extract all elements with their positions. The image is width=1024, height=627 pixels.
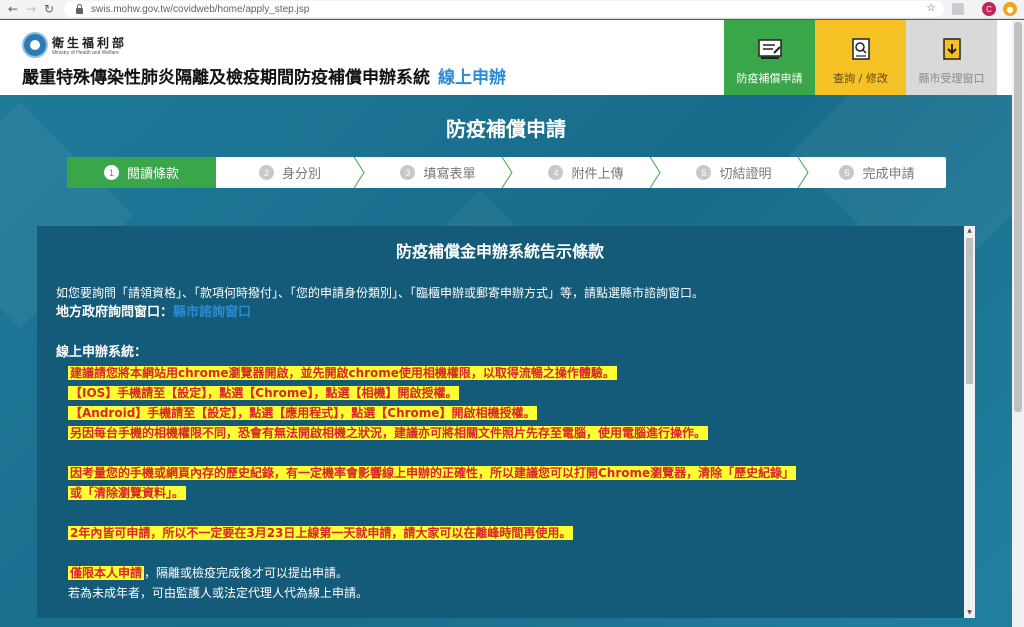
step-chevron-icon	[502, 157, 513, 188]
notice-line-minor: 若為未成年者，可由監護人或法定代理人代為線上申請。	[68, 586, 369, 600]
step-label: 身分別	[281, 167, 321, 182]
extension-orange-icon[interactable]: ●	[1003, 2, 1017, 16]
step-label: 附件上傳	[571, 167, 624, 182]
nav-query-modify[interactable]: 查詢 / 修改	[815, 20, 906, 95]
step-chevron-icon	[798, 157, 809, 188]
notice-intro: 如您要詢問「請領資格」、「款項何時撥付」、「您的申請身份類別」、「臨櫃申辦或郵寄…	[56, 286, 705, 300]
nav-county-label: 縣市受理窗口	[918, 72, 985, 85]
terms-notice-panel: 防疫補償金申辦系統告示條款 如您要詢問「請領資格」、「款項何時撥付」、「您的申請…	[37, 226, 975, 618]
step-chevron-icon	[650, 157, 661, 188]
reload-icon[interactable]: ↻	[40, 0, 58, 18]
highlight-ios-instructions: 【IOS】手機請至【設定】，點選【Chrome】，點選【相機】開啟授權。	[68, 386, 460, 400]
highlight-two-year-window: 2年內皆可申請，所以不一定要在3月23日上線第一天就申請，請大家可以在離峰時間再…	[68, 526, 574, 540]
highlight-camera-permission-note: 另因每台手機的相機權限不同，恐會有無法開啟相機之狀況，建議亦可將相關文件照片先存…	[68, 426, 709, 440]
step-fill-form[interactable]: 3 填寫表單	[364, 157, 513, 188]
notice-line: 建議請您將本網站用chrome瀏覽器開啟，並先開啟chrome使用相機權限，以取…	[56, 363, 951, 383]
step-upload-attachment[interactable]: 4 附件上傳	[512, 157, 661, 188]
nav-query-label: 查詢 / 修改	[833, 72, 888, 85]
online-system-label: 線上申辦系統：	[56, 345, 148, 360]
notice-line: 僅限本人申請 ，隔離或檢疫完成後才可以提出申請。	[56, 563, 951, 583]
step-chevron-icon	[206, 157, 216, 188]
step-label: 填寫表單	[423, 167, 476, 182]
step-number: 6	[839, 165, 855, 180]
site-title-main: 嚴重特殊傳染性肺炎隔離及檢疫期間防疫補償申辦系統	[22, 68, 430, 88]
forward-arrow-icon[interactable]: →	[22, 0, 40, 18]
step-affidavit[interactable]: 5 切結證明	[660, 157, 809, 188]
step-number: 4	[548, 165, 564, 180]
highlight-android-instructions: 【Android】手機請至【設定】，點選【應用程式】，點選【Chrome】開啟相…	[68, 406, 538, 420]
page-scrollbar[interactable]	[1012, 20, 1024, 627]
page-scrollbar-thumb[interactable]	[1014, 22, 1022, 412]
main-content: 防疫補償申請 1 閱讀條款 2 身分別 3 填寫表單 4 附件上傳 5 切結證明	[0, 95, 1012, 627]
step-chevron-icon	[354, 157, 365, 188]
notice-line: 因考量您的手機或網頁內存的歷史紀錄，有一定機率會影響線上申辦的正確性，所以建議您…	[56, 463, 951, 483]
scroll-down-arrow-icon[interactable]: ▼	[966, 610, 973, 616]
highlight-self-only: 僅限本人申請	[68, 566, 145, 580]
local-contact-line: 地方政府詢問窗口：縣市諮詢窗口	[56, 303, 951, 323]
profile-avatar[interactable]: C	[982, 2, 996, 16]
download-document-icon	[939, 38, 965, 60]
step-progress-bar: 1 閱讀條款 2 身分別 3 填寫表單 4 附件上傳 5 切結證明 6 完成申請	[67, 157, 946, 188]
form-icon	[757, 38, 783, 60]
logo-name[interactable]: 衛生福利部	[52, 34, 127, 51]
step-number: 3	[400, 165, 416, 180]
notice-scrollbar-thumb[interactable]	[966, 238, 973, 384]
local-contact-label: 地方政府詢問窗口：	[56, 305, 174, 320]
step-number: 5	[696, 165, 712, 180]
notice-line: 另因每台手機的相機權限不同，恐會有無法開啟相機之狀況，建議亦可將相關文件照片先存…	[56, 423, 951, 443]
notice-line: 【IOS】手機請至【設定】，點選【Chrome】，點選【相機】開啟授權。	[56, 383, 951, 403]
page-heading: 防疫補償申請	[446, 117, 566, 141]
notice-line: 【Android】手機請至【設定】，點選【應用程式】，點選【Chrome】開啟相…	[56, 403, 951, 423]
site-title: 嚴重特殊傳染性肺炎隔離及檢疫期間防疫補償申辦系統 線上申辦	[22, 63, 506, 88]
browser-toolbar: ← → ↻ swis.mohw.gov.tw/covidweb/home/app…	[0, 0, 1024, 19]
bookmark-star-icon[interactable]: ☆	[926, 1, 936, 14]
step-complete[interactable]: 6 完成申請	[808, 157, 946, 188]
notice-title: 防疫補償金申辦系統告示條款	[395, 242, 604, 261]
back-arrow-icon[interactable]: ←	[4, 0, 22, 18]
site-title-accent: 線上申辦	[438, 68, 506, 88]
scroll-up-arrow-icon[interactable]: ▲	[966, 228, 973, 234]
notice-body: 如您要詢問「請領資格」、「款項何時撥付」、「您的申請身份類別」、「臨櫃申辦或郵寄…	[56, 283, 951, 603]
highlight-chrome-advice: 建議請您將本網站用chrome瀏覽器開啟，並先開啟chrome使用相機權限，以取…	[68, 366, 617, 380]
step-label: 閱讀條款	[126, 167, 179, 182]
county-consultation-link[interactable]: 縣市諮詢窗口	[173, 305, 251, 320]
extension-icon[interactable]	[952, 3, 964, 15]
step-identity[interactable]: 2 身分別	[216, 157, 365, 188]
step-label: 切結證明	[719, 167, 772, 182]
logo-english-name: Ministry of Health and Welfare	[52, 50, 119, 56]
lock-icon	[76, 3, 83, 14]
highlight-clear-history: 因考量您的手機或網頁內存的歷史紀錄，有一定機率會影響線上申辦的正確性，所以建議您…	[68, 466, 797, 480]
search-document-icon	[848, 38, 874, 60]
notice-line: 或「清除瀏覽資料」。	[56, 483, 951, 503]
address-bar[interactable]: swis.mohw.gov.tw/covidweb/home/apply_ste…	[64, 1, 944, 17]
ministry-seal-icon[interactable]	[22, 32, 48, 58]
nav-apply-compensation[interactable]: 防疫補償申請	[724, 20, 815, 95]
step-number: 1	[103, 165, 119, 180]
nav-county-window[interactable]: 縣市受理窗口	[906, 20, 997, 95]
step-label: 完成申請	[862, 167, 915, 182]
notice-line: 2年內皆可申請，所以不一定要在3月23日上線第一天就申請，請大家可以在離峰時間再…	[56, 523, 951, 543]
highlight-clear-browsing-data: 或「清除瀏覽資料」。	[68, 486, 187, 500]
site-header: 衛生福利部 Ministry of Health and Welfare 嚴重特…	[0, 20, 1012, 95]
nav-apply-label: 防疫補償申請	[736, 72, 803, 85]
notice-scrollbar[interactable]: ▲ ▼	[964, 226, 975, 618]
self-only-rest: ，隔離或檢疫完成後才可以提出申請。	[144, 566, 349, 580]
step-number: 2	[258, 165, 274, 180]
url-text: swis.mohw.gov.tw/covidweb/home/apply_ste…	[91, 3, 310, 15]
step-read-terms[interactable]: 1 閱讀條款	[67, 157, 216, 188]
top-navigation: 防疫補償申請 查詢 / 修改 縣市受理窗口	[724, 20, 997, 95]
